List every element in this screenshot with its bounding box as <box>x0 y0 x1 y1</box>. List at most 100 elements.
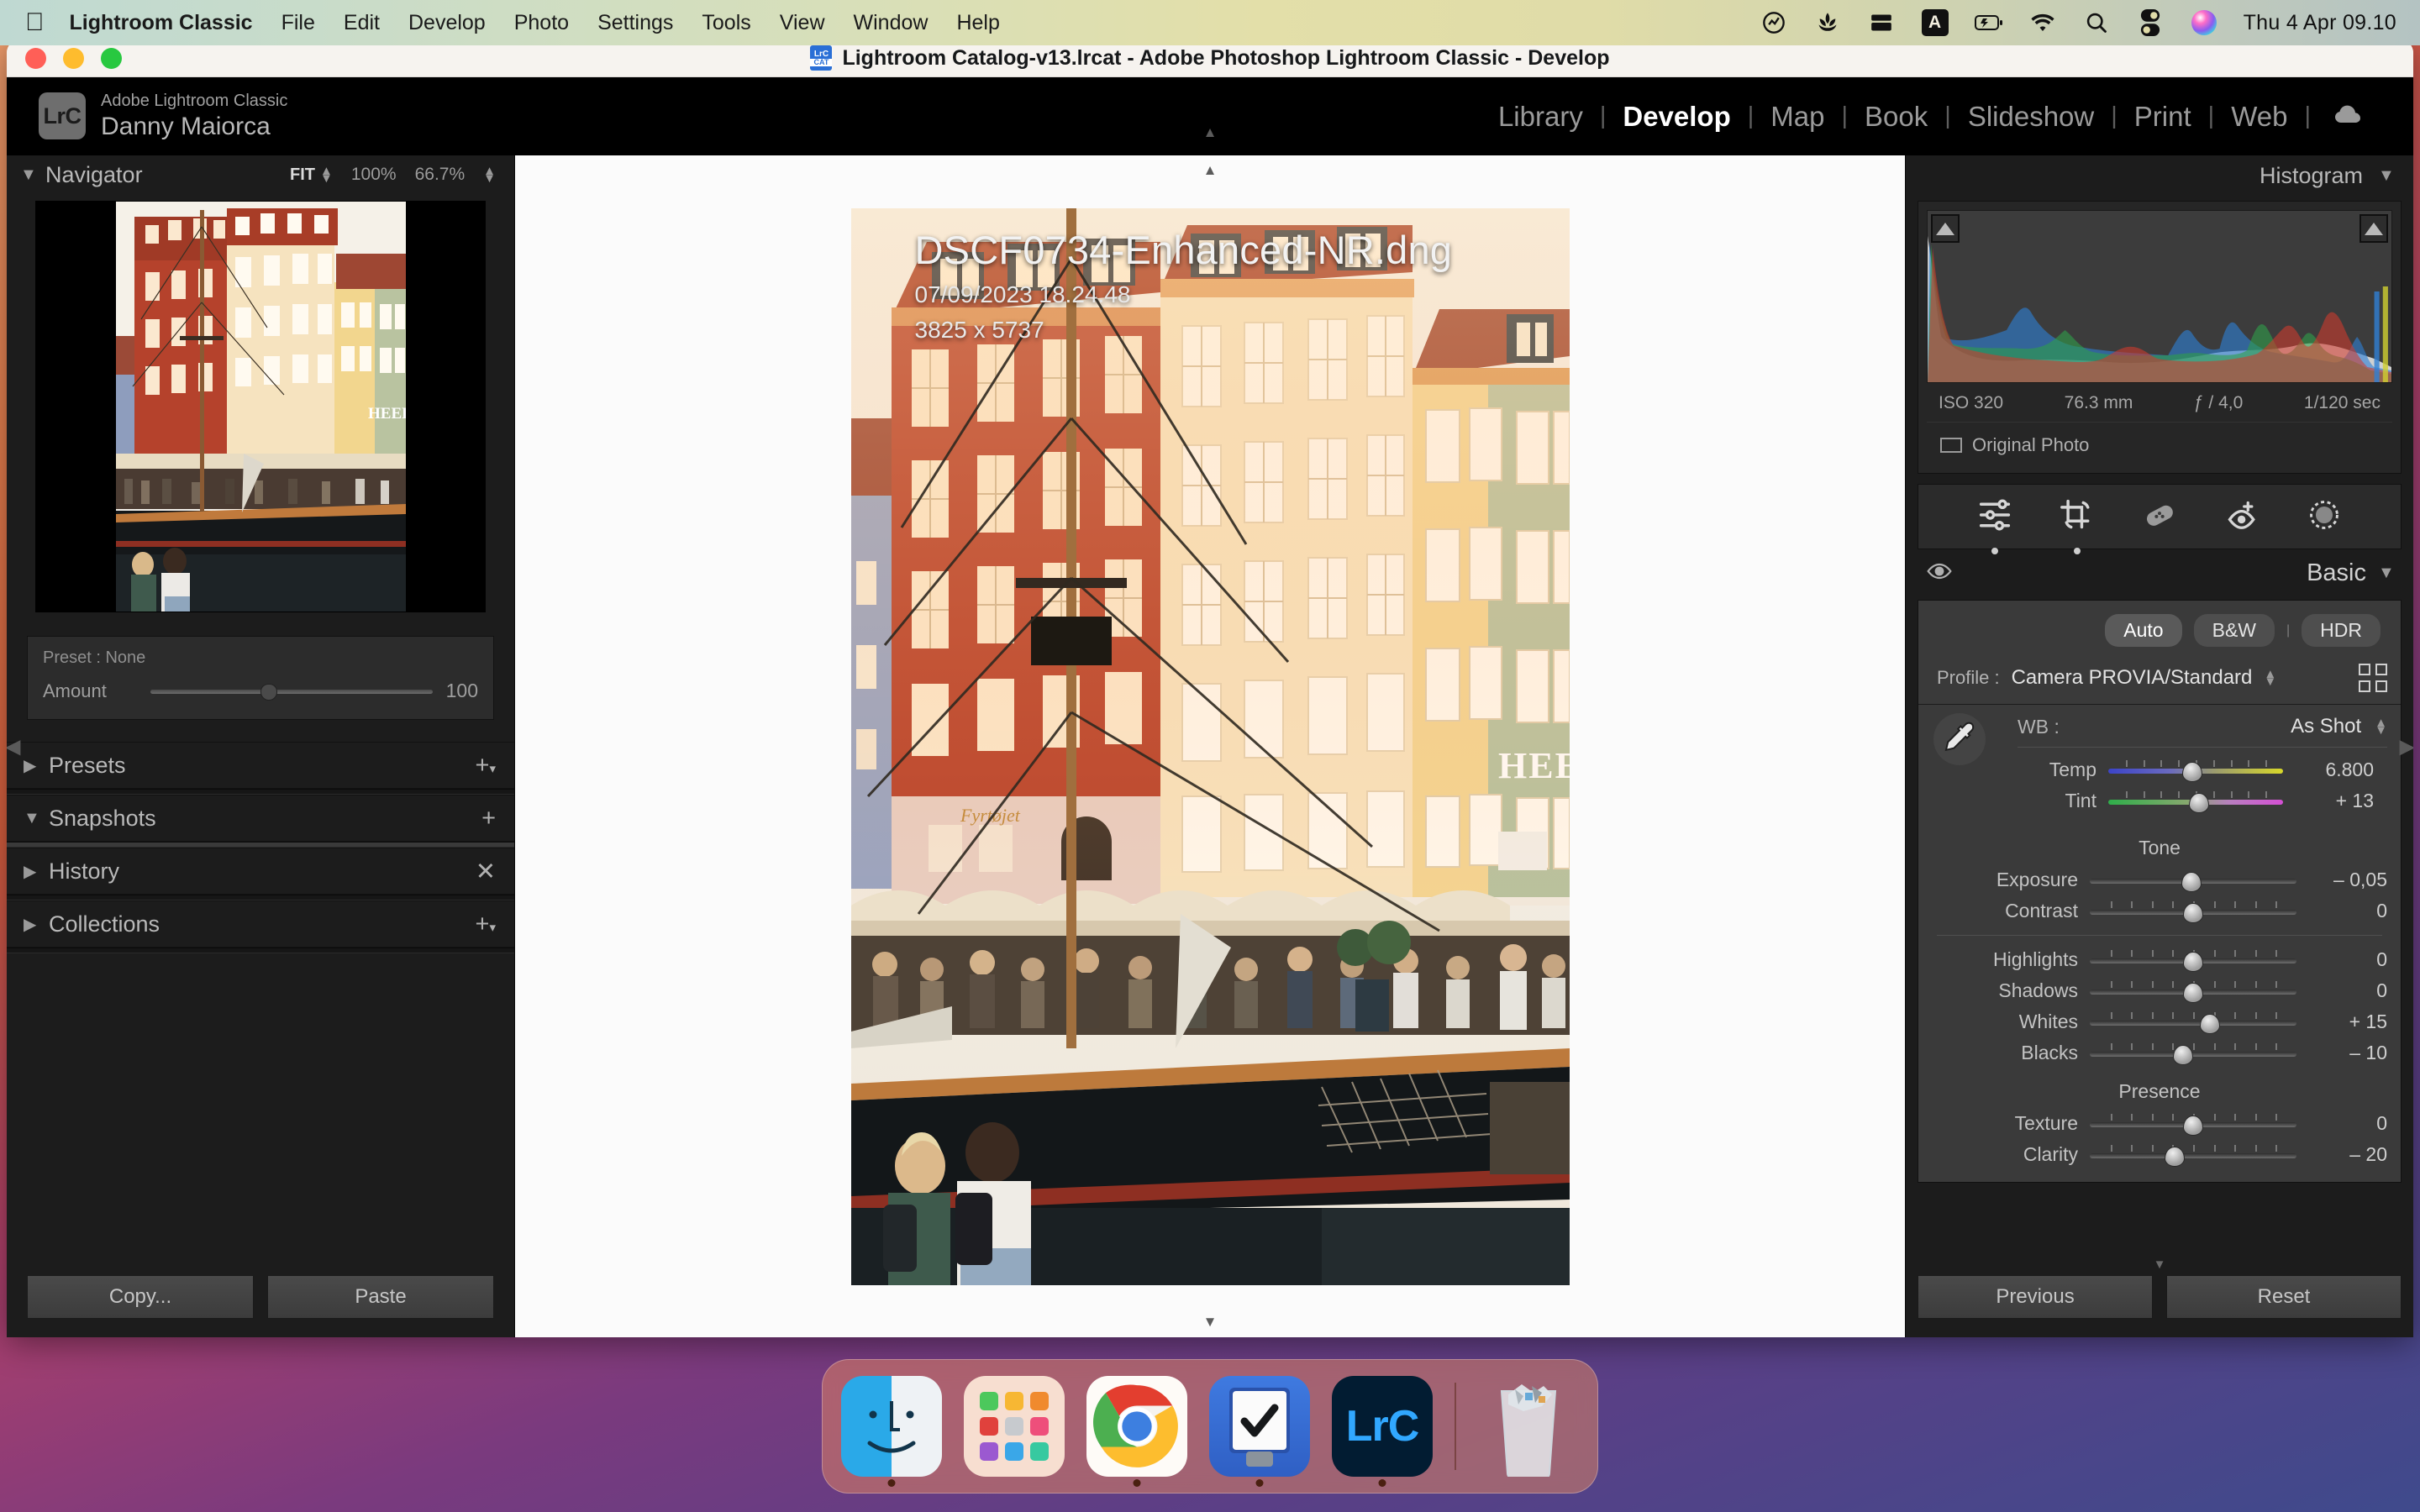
menu-item-edit[interactable]: Edit <box>344 11 380 35</box>
navigator-fit[interactable]: FIT ▲▼ <box>290 165 333 185</box>
white-balance-eyedropper-icon[interactable] <box>1933 713 1986 765</box>
slider-whites[interactable] <box>2090 1011 2296 1033</box>
panel-visibility-eye-icon[interactable] <box>1926 562 1953 585</box>
siri-icon[interactable] <box>2190 8 2218 37</box>
apple-menu-icon[interactable]:  <box>25 10 45 35</box>
chevron-right-icon[interactable]: ▶ <box>24 755 39 776</box>
lotus-icon[interactable] <box>1813 8 1842 37</box>
slider-knob[interactable] <box>2183 952 2203 972</box>
navigator-header[interactable]: ▼ Navigator FIT ▲▼ 100% 66.7% ▲▼ <box>7 155 514 194</box>
fit-stepper-icon[interactable]: ▲▼ <box>320 167 333 183</box>
dock-item-trash[interactable] <box>1478 1376 1579 1477</box>
pane-presets[interactable]: ▶ Presets +▾ <box>7 742 514 789</box>
slider-contrast[interactable] <box>2090 900 2296 922</box>
menubar-clock[interactable]: Thu 4 Apr 09.10 <box>2244 11 2396 35</box>
slider-tint[interactable] <box>2108 790 2283 812</box>
menu-item-file[interactable]: File <box>281 11 315 35</box>
slider-exposure[interactable] <box>2090 869 2296 891</box>
zoom-stepper-icon[interactable]: ▲▼ <box>483 167 496 183</box>
zoom-button[interactable] <box>101 48 122 69</box>
main-photo[interactable]: Fyrtøjet <box>851 208 1570 1285</box>
slider-knob[interactable] <box>2165 1147 2185 1167</box>
develop-canvas[interactable]: Fyrtøjet <box>515 155 1905 1337</box>
cloud-icon[interactable] <box>2333 102 2366 130</box>
masking-icon[interactable] <box>2306 498 2343 536</box>
navigator-zoom-100[interactable]: 100% <box>351 165 397 185</box>
bottom-filmstrip-chevron[interactable]: ▼ <box>1203 1314 1218 1331</box>
slider-texture[interactable] <box>2090 1113 2296 1135</box>
module-print[interactable]: Print <box>2118 101 2208 133</box>
slider-knob[interactable] <box>2183 983 2203 1003</box>
auto-button[interactable]: Auto <box>2105 614 2181 647</box>
previous-button[interactable]: Previous <box>1918 1275 2153 1319</box>
menu-item-tools[interactable]: Tools <box>702 11 750 35</box>
chevron-down-icon[interactable]: ▼ <box>24 809 39 828</box>
amount-slider-knob[interactable] <box>260 684 277 701</box>
close-button[interactable] <box>25 48 46 69</box>
chevron-down-icon[interactable]: ▼ <box>2378 564 2393 583</box>
clear-history-icon[interactable]: ✕ <box>476 857 496 886</box>
menu-item-view[interactable]: View <box>780 11 825 35</box>
wb-stepper-icon[interactable]: ▲▼ <box>2375 719 2387 735</box>
slider-value-tint[interactable]: + 13 <box>2295 790 2374 812</box>
module-map[interactable]: Map <box>1754 101 1841 133</box>
profile-stepper-icon[interactable]: ▲▼ <box>2264 670 2276 686</box>
histogram-graph[interactable] <box>1927 210 2392 383</box>
slider-knob[interactable] <box>2173 1045 2193 1065</box>
basic-panel-header[interactable]: Basic ▼ <box>1906 549 2413 596</box>
battery-icon[interactable] <box>1975 8 2003 37</box>
crop-icon[interactable] <box>2059 498 2096 536</box>
pane-history[interactable]: ▶ History ✕ <box>7 848 514 895</box>
hdr-button[interactable]: HDR <box>2302 614 2381 647</box>
slider-value-blacks[interactable]: – 10 <box>2308 1042 2387 1064</box>
slider-knob[interactable] <box>2182 762 2202 782</box>
keyboard-layout-A-icon[interactable]: A <box>1921 8 1949 37</box>
add-snapshot-icon[interactable]: + <box>481 805 496 832</box>
chevron-right-icon[interactable]: ▶ <box>24 914 39 935</box>
slider-value-whites[interactable]: + 15 <box>2308 1011 2387 1033</box>
original-photo-checkbox-icon[interactable] <box>1940 438 1962 453</box>
slider-shadows[interactable] <box>2090 980 2296 1002</box>
slider-knob[interactable] <box>2181 872 2202 892</box>
highlight-clipping-icon[interactable] <box>2360 214 2388 243</box>
reset-button[interactable]: Reset <box>2166 1275 2402 1319</box>
dock-item-chrome[interactable] <box>1086 1376 1187 1477</box>
slider-value-highlights[interactable]: 0 <box>2308 948 2387 971</box>
left-panel-collapse-arrow[interactable]: ◀ <box>7 734 20 759</box>
dock-item-finder[interactable] <box>841 1376 942 1477</box>
slider-knob[interactable] <box>2200 1014 2220 1034</box>
amount-slider[interactable] <box>150 684 433 699</box>
slider-clarity[interactable] <box>2090 1144 2296 1166</box>
slider-value-shadows[interactable]: 0 <box>2308 979 2387 1002</box>
profile-value[interactable]: Camera PROVIA/Standard <box>2012 666 2253 690</box>
right-panel-collapse-arrow[interactable]: ▶ <box>2400 734 2413 759</box>
slider-highlights[interactable] <box>2090 949 2296 971</box>
red-eye-icon[interactable] <box>2223 498 2260 536</box>
dock-item-lightroom-classic[interactable]: LrC <box>1332 1376 1433 1477</box>
edit-sliders-icon[interactable] <box>1976 498 2013 536</box>
pane-snapshots[interactable]: ▼ Snapshots + <box>7 795 514 842</box>
module-slideshow[interactable]: Slideshow <box>1951 101 2111 133</box>
chevron-right-icon[interactable]: ▶ <box>24 861 39 882</box>
profile-browser-grid-icon[interactable] <box>2359 664 2387 692</box>
slider-value-temp[interactable]: 6.800 <box>2295 759 2374 781</box>
drive-icon[interactable] <box>1867 8 1896 37</box>
dock-item-launchpad[interactable] <box>964 1376 1065 1477</box>
search-icon[interactable] <box>2082 8 2111 37</box>
menu-item-photo[interactable]: Photo <box>514 11 569 35</box>
slider-value-clarity[interactable]: – 20 <box>2308 1143 2387 1166</box>
module-develop[interactable]: Develop <box>1606 101 1747 133</box>
healing-brush-icon[interactable] <box>2141 498 2178 536</box>
identity-plate[interactable]: LrC Adobe Lightroom Classic Danny Maiorc… <box>39 92 287 141</box>
stocks-icon[interactable] <box>1760 8 1788 37</box>
menu-item-develop[interactable]: Develop <box>408 11 486 35</box>
slider-knob[interactable] <box>2183 903 2203 923</box>
menu-item-help[interactable]: Help <box>956 11 999 35</box>
slider-knob[interactable] <box>2189 793 2209 813</box>
histogram-header[interactable]: Histogram ▼ <box>1906 155 2413 196</box>
minimize-button[interactable] <box>63 48 84 69</box>
module-web[interactable]: Web <box>2214 101 2304 133</box>
chevron-down-icon[interactable]: ▼ <box>20 165 35 185</box>
module-book[interactable]: Book <box>1848 101 1944 133</box>
slider-blacks[interactable] <box>2090 1042 2296 1064</box>
